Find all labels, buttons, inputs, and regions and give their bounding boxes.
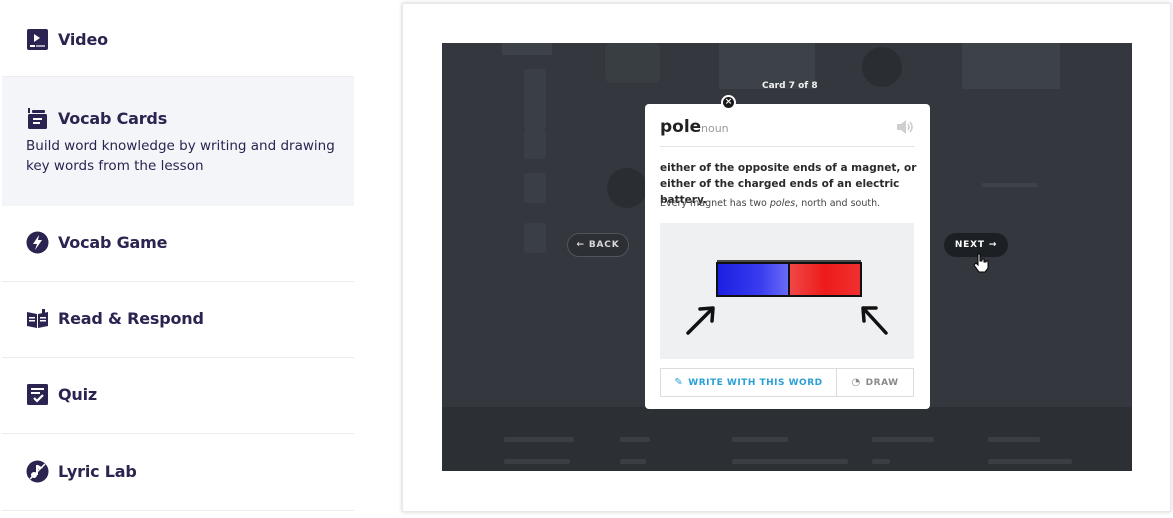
card-counter: Card 7 of 8 <box>762 81 818 91</box>
lyric-lab-icon <box>26 460 49 483</box>
sidebar-item-lyric-lab[interactable]: Lyric Lab <box>2 434 354 511</box>
sidebar-item-vocab-game[interactable]: Vocab Game <box>2 206 354 282</box>
draw-button[interactable]: ◔ DRAW <box>837 369 913 396</box>
footer-placeholder <box>988 437 1040 442</box>
footer-placeholder <box>872 459 890 464</box>
arrow-left-icon: ← <box>576 240 585 250</box>
pencil-icon: ✎ <box>674 377 684 388</box>
arrow-right-icon: → <box>988 240 998 250</box>
sidebar-item-read-respond[interactable]: Read & Respond <box>2 282 354 358</box>
divider <box>660 146 915 147</box>
sidebar-item-vocab-cards[interactable]: Vocab Cards Build word knowledge by writ… <box>2 77 354 206</box>
example-text: Every magnet has two <box>660 198 770 209</box>
sidebar-item-label: Vocab Cards <box>58 109 168 128</box>
footer-placeholder <box>872 437 934 442</box>
hand-cursor-icon <box>973 253 989 273</box>
footer-placeholder <box>620 459 646 464</box>
next-label: NEXT <box>954 240 985 250</box>
background-footer <box>442 407 1132 471</box>
background-content <box>607 168 647 208</box>
lesson-sidebar: Video Vocab Cards Build word knowledge b… <box>2 0 354 518</box>
background-content <box>862 47 902 87</box>
background-content <box>524 69 546 129</box>
part-of-speech: noun <box>701 122 729 135</box>
footer-placeholder <box>504 437 574 442</box>
background-content <box>524 173 546 203</box>
background-content <box>524 129 546 159</box>
sidebar-item-description: Build word knowledge by writing and draw… <box>26 138 335 174</box>
lightning-icon <box>26 231 49 254</box>
vocab-card: pole noun either of the opposite ends of… <box>645 104 930 409</box>
sidebar-item-quiz[interactable]: Quiz <box>2 358 354 434</box>
background-content <box>605 43 660 83</box>
footer-placeholder <box>620 437 650 442</box>
write-with-word-button[interactable]: ✎ WRITE WITH THIS WORD <box>661 369 837 396</box>
back-label: BACK <box>588 240 620 250</box>
background-content <box>524 223 546 253</box>
close-icon: × <box>724 97 733 107</box>
write-label: WRITE WITH THIS WORD <box>688 377 823 388</box>
sidebar-item-label: Lyric Lab <box>58 462 137 481</box>
quiz-checklist-icon <box>27 384 48 405</box>
sidebar-item-label: Vocab Game <box>58 233 168 252</box>
speaker-icon[interactable] <box>895 119 915 135</box>
background-content <box>502 43 552 55</box>
card-actions: ✎ WRITE WITH THIS WORD ◔ DRAW <box>660 368 914 397</box>
example-word: poles <box>769 198 796 209</box>
close-card-button[interactable]: × <box>721 95 736 110</box>
example-sentence: Every magnet has two poles, north and so… <box>660 198 918 209</box>
sidebar-item-video[interactable]: Video <box>2 0 354 77</box>
draw-label: DRAW <box>865 377 899 388</box>
bar-magnet-image <box>686 260 888 335</box>
footer-placeholder <box>988 459 1072 464</box>
magnet-illustration <box>660 223 914 359</box>
palette-icon: ◔ <box>851 377 861 388</box>
open-book-icon <box>27 309 48 328</box>
sidebar-item-label: Quiz <box>58 385 97 404</box>
background-content <box>982 183 1038 187</box>
background-content <box>962 43 1060 89</box>
footer-placeholder <box>732 459 848 464</box>
vocab-cards-icon <box>28 108 47 129</box>
example-text: , north and south. <box>795 198 881 209</box>
footer-placeholder <box>504 459 570 464</box>
vocab-word: pole <box>660 117 702 137</box>
sidebar-item-label: Video <box>58 30 108 49</box>
video-icon <box>27 29 48 50</box>
footer-placeholder <box>732 437 788 442</box>
back-button[interactable]: ← BACK <box>567 233 629 257</box>
video-player[interactable]: Card 7 of 8 ← BACK NEXT → pole noun eith… <box>442 43 1132 471</box>
sidebar-item-label: Read & Respond <box>58 309 204 328</box>
